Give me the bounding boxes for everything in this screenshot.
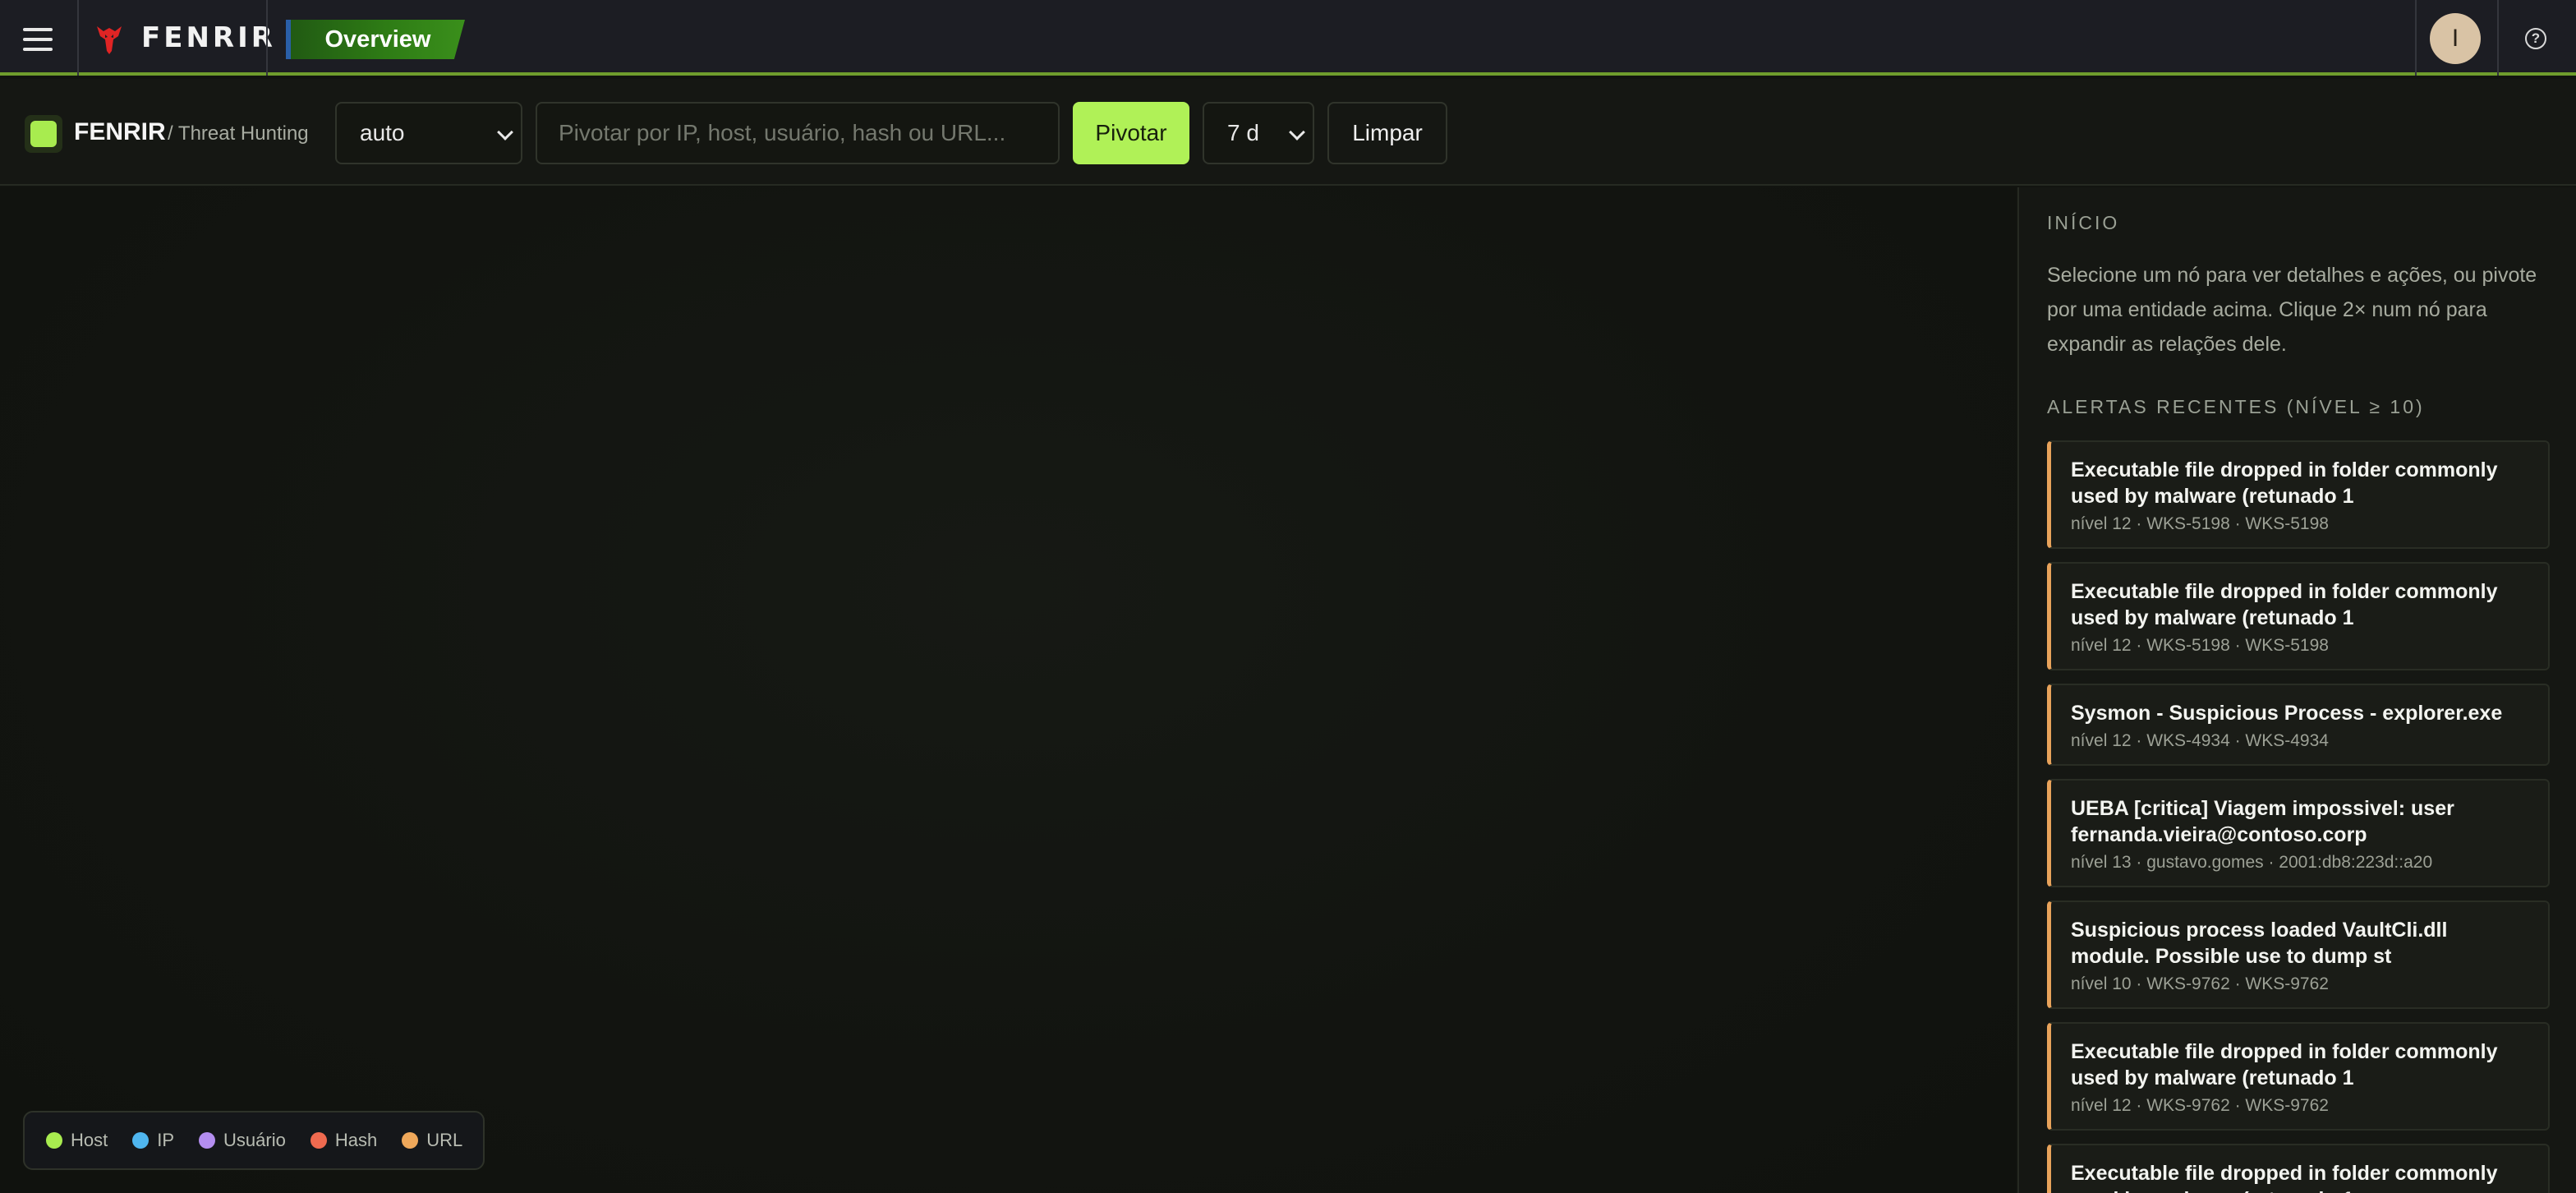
alert-title: Executable file dropped in folder common… bbox=[2071, 458, 2498, 508]
graph-canvas[interactable] bbox=[0, 187, 2016, 1193]
legend-label: IP bbox=[157, 1130, 175, 1150]
user-avatar[interactable]: I bbox=[2430, 13, 2481, 64]
module-logo-icon bbox=[25, 115, 62, 153]
alert-title: Executable file dropped in folder common… bbox=[2071, 1162, 2498, 1193]
alert-meta: nível 12 · WKS-9762 · WKS-9762 bbox=[2071, 1096, 2329, 1115]
url-dot-icon bbox=[402, 1132, 419, 1149]
legend-label: URL bbox=[426, 1130, 463, 1150]
divider bbox=[2497, 0, 2499, 76]
alert-card[interactable]: Executable file dropped in folder common… bbox=[2047, 1144, 2550, 1193]
alert-title: Executable file dropped in folder common… bbox=[2071, 580, 2498, 629]
entity-type-value: auto bbox=[360, 120, 405, 145]
legend-item-user: Usuário bbox=[199, 1130, 286, 1151]
chevron-down-icon bbox=[1289, 124, 1305, 140]
fenrir-wolf-logo-icon bbox=[97, 26, 122, 54]
module-brand-name: FENRIR bbox=[74, 118, 166, 145]
ip-dot-icon bbox=[132, 1132, 150, 1149]
breadcrumb: / Threat Hunting bbox=[168, 122, 309, 145]
tab-overview[interactable]: Overview bbox=[286, 20, 465, 59]
legend-item-url: URL bbox=[402, 1130, 462, 1151]
alert-meta: nível 12 · WKS-5198 · WKS-5198 bbox=[2071, 514, 2329, 533]
time-range-select[interactable]: 7 d bbox=[1203, 102, 1314, 164]
details-side-panel: INÍCIO Selecione um nó para ver detalhes… bbox=[2017, 187, 2576, 1193]
divider bbox=[77, 0, 79, 76]
graph-legend: Host IP Usuário Hash URL bbox=[23, 1111, 485, 1170]
start-instructions: Selecione um nó para ver detalhes e açõe… bbox=[2047, 264, 2537, 356]
app-logo-text: FENRIR bbox=[141, 21, 276, 54]
alert-title: Suspicious process loaded VaultCli.dll m… bbox=[2071, 919, 2448, 968]
alert-card[interactable]: Suspicious process loaded VaultCli.dll m… bbox=[2047, 901, 2550, 1009]
entity-type-select[interactable]: auto bbox=[335, 102, 522, 164]
top-navigation-bar: FENRIR Overview I ? bbox=[0, 0, 2576, 76]
hash-dot-icon bbox=[310, 1132, 327, 1149]
pivot-button[interactable]: Pivotar bbox=[1073, 102, 1189, 164]
clear-button[interactable]: Limpar bbox=[1327, 102, 1447, 164]
alert-card[interactable]: Executable file dropped in folder common… bbox=[2047, 562, 2550, 670]
legend-item-ip: IP bbox=[132, 1130, 174, 1151]
pivot-search-input[interactable] bbox=[536, 102, 1060, 164]
recent-alerts-heading: ALERTAS RECENTES (NÍVEL ≥ 10) bbox=[2047, 396, 2425, 417]
alert-title: UEBA [critica] Viagem impossivel: user f… bbox=[2071, 797, 2454, 846]
recent-alerts-list: Executable file dropped in folder common… bbox=[2047, 440, 2550, 1193]
alert-meta: nível 13 · gustavo.gomes · 2001:db8:223d… bbox=[2071, 853, 2433, 872]
alert-card[interactable]: Sysmon - Suspicious Process - explorer.e… bbox=[2047, 684, 2550, 766]
hunting-toolbar: FENRIR / Threat Hunting auto Pivotar 7 d… bbox=[0, 79, 2576, 186]
chevron-down-icon bbox=[497, 124, 513, 140]
start-heading: INÍCIO bbox=[2047, 212, 2120, 233]
alert-meta: nível 12 · WKS-5198 · WKS-5198 bbox=[2071, 636, 2329, 655]
alert-title: Executable file dropped in folder common… bbox=[2071, 1040, 2498, 1089]
alert-meta: nível 12 · WKS-4934 · WKS-4934 bbox=[2071, 731, 2329, 750]
legend-item-host: Host bbox=[46, 1130, 108, 1151]
divider bbox=[266, 0, 268, 76]
hamburger-menu-icon[interactable] bbox=[23, 23, 56, 56]
time-range-value: 7 d bbox=[1227, 120, 1259, 145]
legend-label: Hash bbox=[334, 1130, 378, 1150]
alert-card[interactable]: UEBA [critica] Viagem impossivel: user f… bbox=[2047, 779, 2550, 887]
alert-meta: nível 10 · WKS-9762 · WKS-9762 bbox=[2071, 974, 2329, 993]
user-dot-icon bbox=[199, 1132, 216, 1149]
help-icon[interactable]: ? bbox=[2525, 28, 2546, 49]
alert-title: Sysmon - Suspicious Process - explorer.e… bbox=[2071, 702, 2503, 725]
legend-item-hash: Hash bbox=[310, 1130, 377, 1151]
legend-label: Host bbox=[71, 1130, 108, 1150]
host-dot-icon bbox=[46, 1132, 62, 1149]
alert-card[interactable]: Executable file dropped in folder common… bbox=[2047, 1022, 2550, 1131]
legend-label: Usuário bbox=[223, 1130, 286, 1150]
divider bbox=[2415, 0, 2417, 76]
alert-card[interactable]: Executable file dropped in folder common… bbox=[2047, 440, 2550, 549]
